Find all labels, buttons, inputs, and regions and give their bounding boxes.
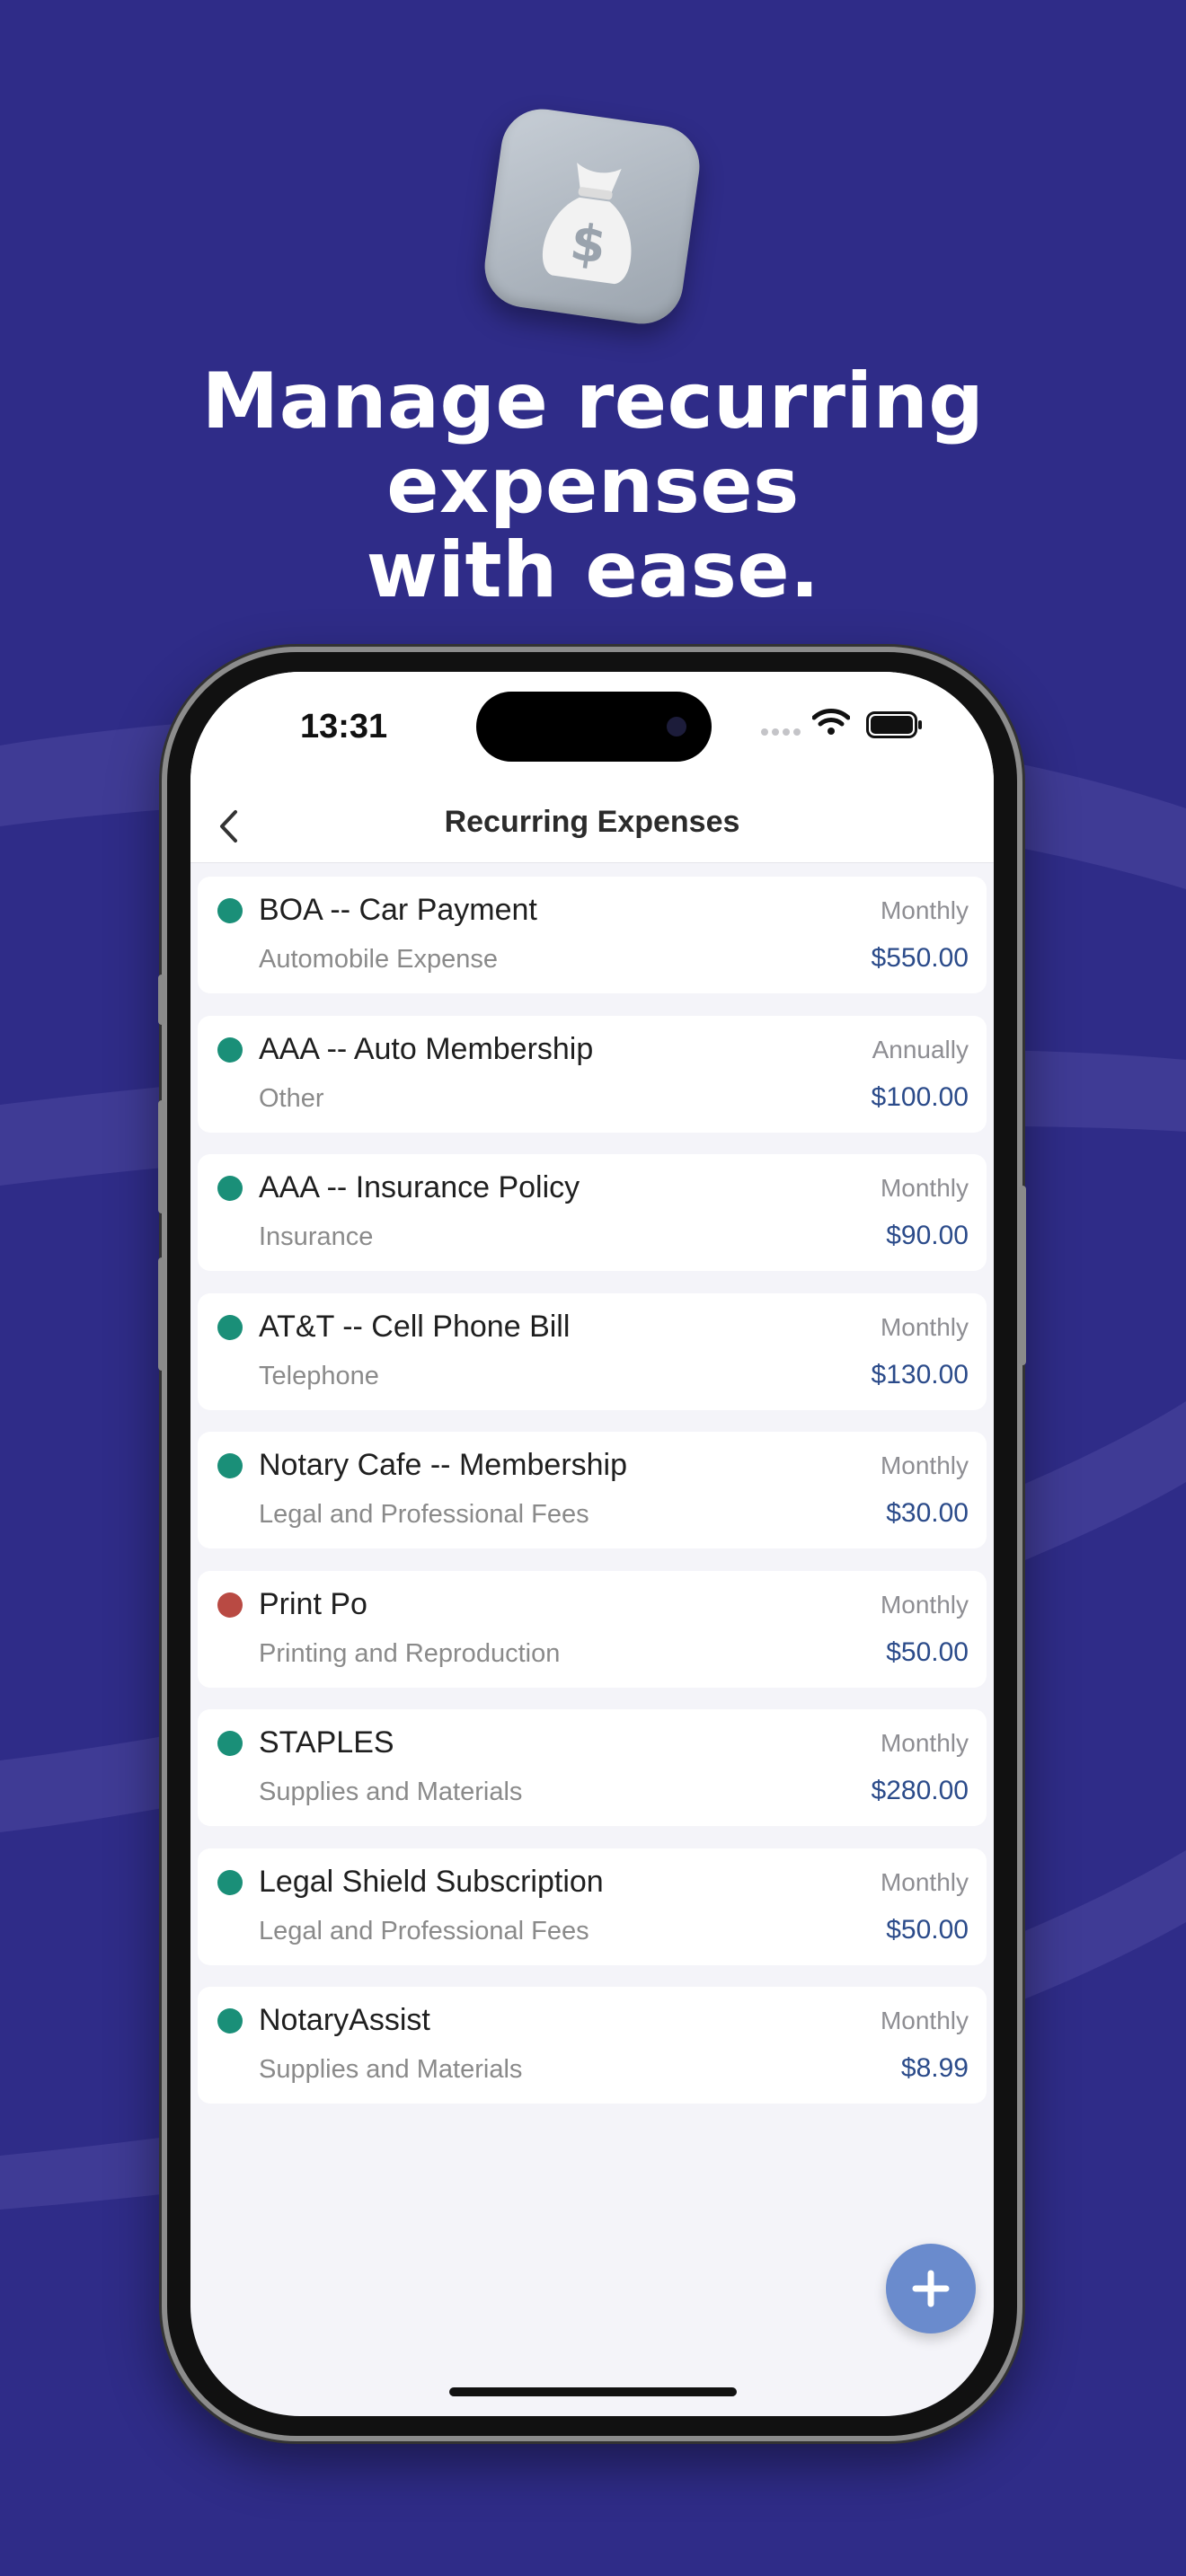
status-dot: [217, 1869, 243, 1895]
status-bar: 13:31: [190, 672, 994, 789]
expense-amount: $8.99: [900, 2053, 969, 2083]
expense-category: Automobile Expense: [259, 945, 498, 974]
expense-row[interactable]: STAPLES Supplies and Materials Monthly $280…: [198, 1709, 987, 1826]
expense-amount: $50.00: [886, 1636, 969, 1667]
expense-category: Telephone: [259, 1361, 379, 1390]
expense-row[interactable]: BOA -- Car Payment Automobile Expense Mont…: [198, 877, 987, 993]
expense-amount: $550.00: [871, 943, 969, 973]
expense-name: AAA -- Auto Membership: [259, 1031, 594, 1066]
wifi-icon: [812, 709, 850, 735]
expense-amount: $30.00: [886, 1498, 969, 1528]
expense-name: Legal Shield Subscription: [259, 1864, 604, 1899]
expense-frequency: Monthly: [880, 1590, 969, 1619]
app-icon: $: [479, 103, 705, 330]
expense-amount: $100.00: [871, 1081, 969, 1112]
headline-line-2: with ease.: [366, 525, 820, 615]
expense-name: Print Po: [259, 1586, 367, 1621]
status-time: 13:31: [300, 708, 388, 745]
expense-amount: $50.00: [886, 1914, 969, 1945]
expense-category: Other: [259, 1083, 324, 1113]
dynamic-island: [476, 692, 712, 762]
status-dot: [217, 1592, 243, 1618]
expense-frequency: Monthly: [880, 1174, 969, 1202]
expense-amount: $90.00: [886, 1221, 969, 1250]
expense-amount: $280.00: [871, 1776, 969, 1805]
headline: Manage recurring expenses with ease.: [0, 359, 1186, 613]
expense-row[interactable]: Legal Shield Subscription Legal and Profe…: [198, 1848, 987, 1965]
add-expense-button[interactable]: [886, 2244, 976, 2333]
expense-row[interactable]: AT&T -- Cell Phone Bill Telephone Monthly $…: [198, 1292, 987, 1410]
expense-category: Insurance: [259, 1222, 374, 1251]
expense-row[interactable]: AAA -- Insurance Policy Insurance Monthly $…: [198, 1154, 987, 1271]
phone-screen: 13:31 Recurring Expenses BOA -- Car Paym…: [190, 672, 994, 2416]
expense-category: Supplies and Materials: [259, 2055, 523, 2084]
status-dot: [217, 1037, 243, 1063]
status-dot: [217, 1453, 243, 1478]
expense-category: Supplies and Materials: [259, 1778, 523, 1806]
navigation-bar: Recurring Expenses: [190, 789, 994, 863]
expense-name: AT&T -- Cell Phone Bill: [259, 1309, 571, 1344]
expense-row[interactable]: AAA -- Auto Membership Other Annually $100.…: [198, 1015, 987, 1133]
expense-frequency: Monthly: [880, 2007, 969, 2034]
money-bag-icon: $: [542, 163, 632, 285]
page-title: Recurring Expenses: [444, 805, 740, 839]
camera-lens: [667, 717, 686, 737]
expense-amount: $130.00: [871, 1359, 969, 1389]
expense-list: BOA -- Car Payment Automobile Expense Mont…: [198, 877, 987, 2126]
plus-icon: [912, 2270, 950, 2307]
action-button: [158, 975, 165, 1025]
status-dot: [217, 1731, 243, 1756]
expense-name: NotaryAssist: [259, 2003, 430, 2037]
status-dot: [217, 1176, 243, 1201]
expense-name: STAPLES: [259, 1725, 394, 1760]
expense-frequency: Monthly: [880, 1312, 969, 1341]
volume-up-button: [158, 1100, 165, 1213]
expense-frequency: Monthly: [880, 896, 969, 924]
expense-frequency: Monthly: [880, 1729, 969, 1757]
home-indicator: [449, 2387, 737, 2396]
volume-down-button: [158, 1257, 165, 1371]
expense-frequency: Annually: [872, 1035, 969, 1063]
expense-category: Legal and Professional Fees: [259, 1916, 589, 1945]
expense-category: Legal and Professional Fees: [259, 1500, 589, 1529]
expense-frequency: Monthly: [880, 1451, 969, 1479]
status-dot: [217, 2008, 243, 2033]
expense-name: AAA -- Insurance Policy: [259, 1170, 580, 1204]
signal-icon: [761, 728, 801, 736]
expense-frequency: Monthly: [880, 1867, 969, 1896]
power-button: [1019, 1186, 1026, 1365]
headline-line-1: Manage recurring expenses: [201, 357, 985, 531]
status-dot: [217, 898, 243, 923]
expense-row[interactable]: Print Po Printing and Reproduction Monthly…: [198, 1570, 987, 1688]
status-dot: [217, 1314, 243, 1340]
expense-category: Printing and Reproduction: [259, 1638, 561, 1668]
expense-row[interactable]: NotaryAssist Supplies and Materials Monthl…: [198, 1987, 987, 2104]
battery-icon: [866, 711, 922, 738]
expense-name: BOA -- Car Payment: [259, 893, 537, 927]
expense-row[interactable]: Notary Cafe -- Membership Legal and Profe…: [198, 1432, 987, 1548]
expense-name: Notary Cafe -- Membership: [259, 1448, 628, 1482]
